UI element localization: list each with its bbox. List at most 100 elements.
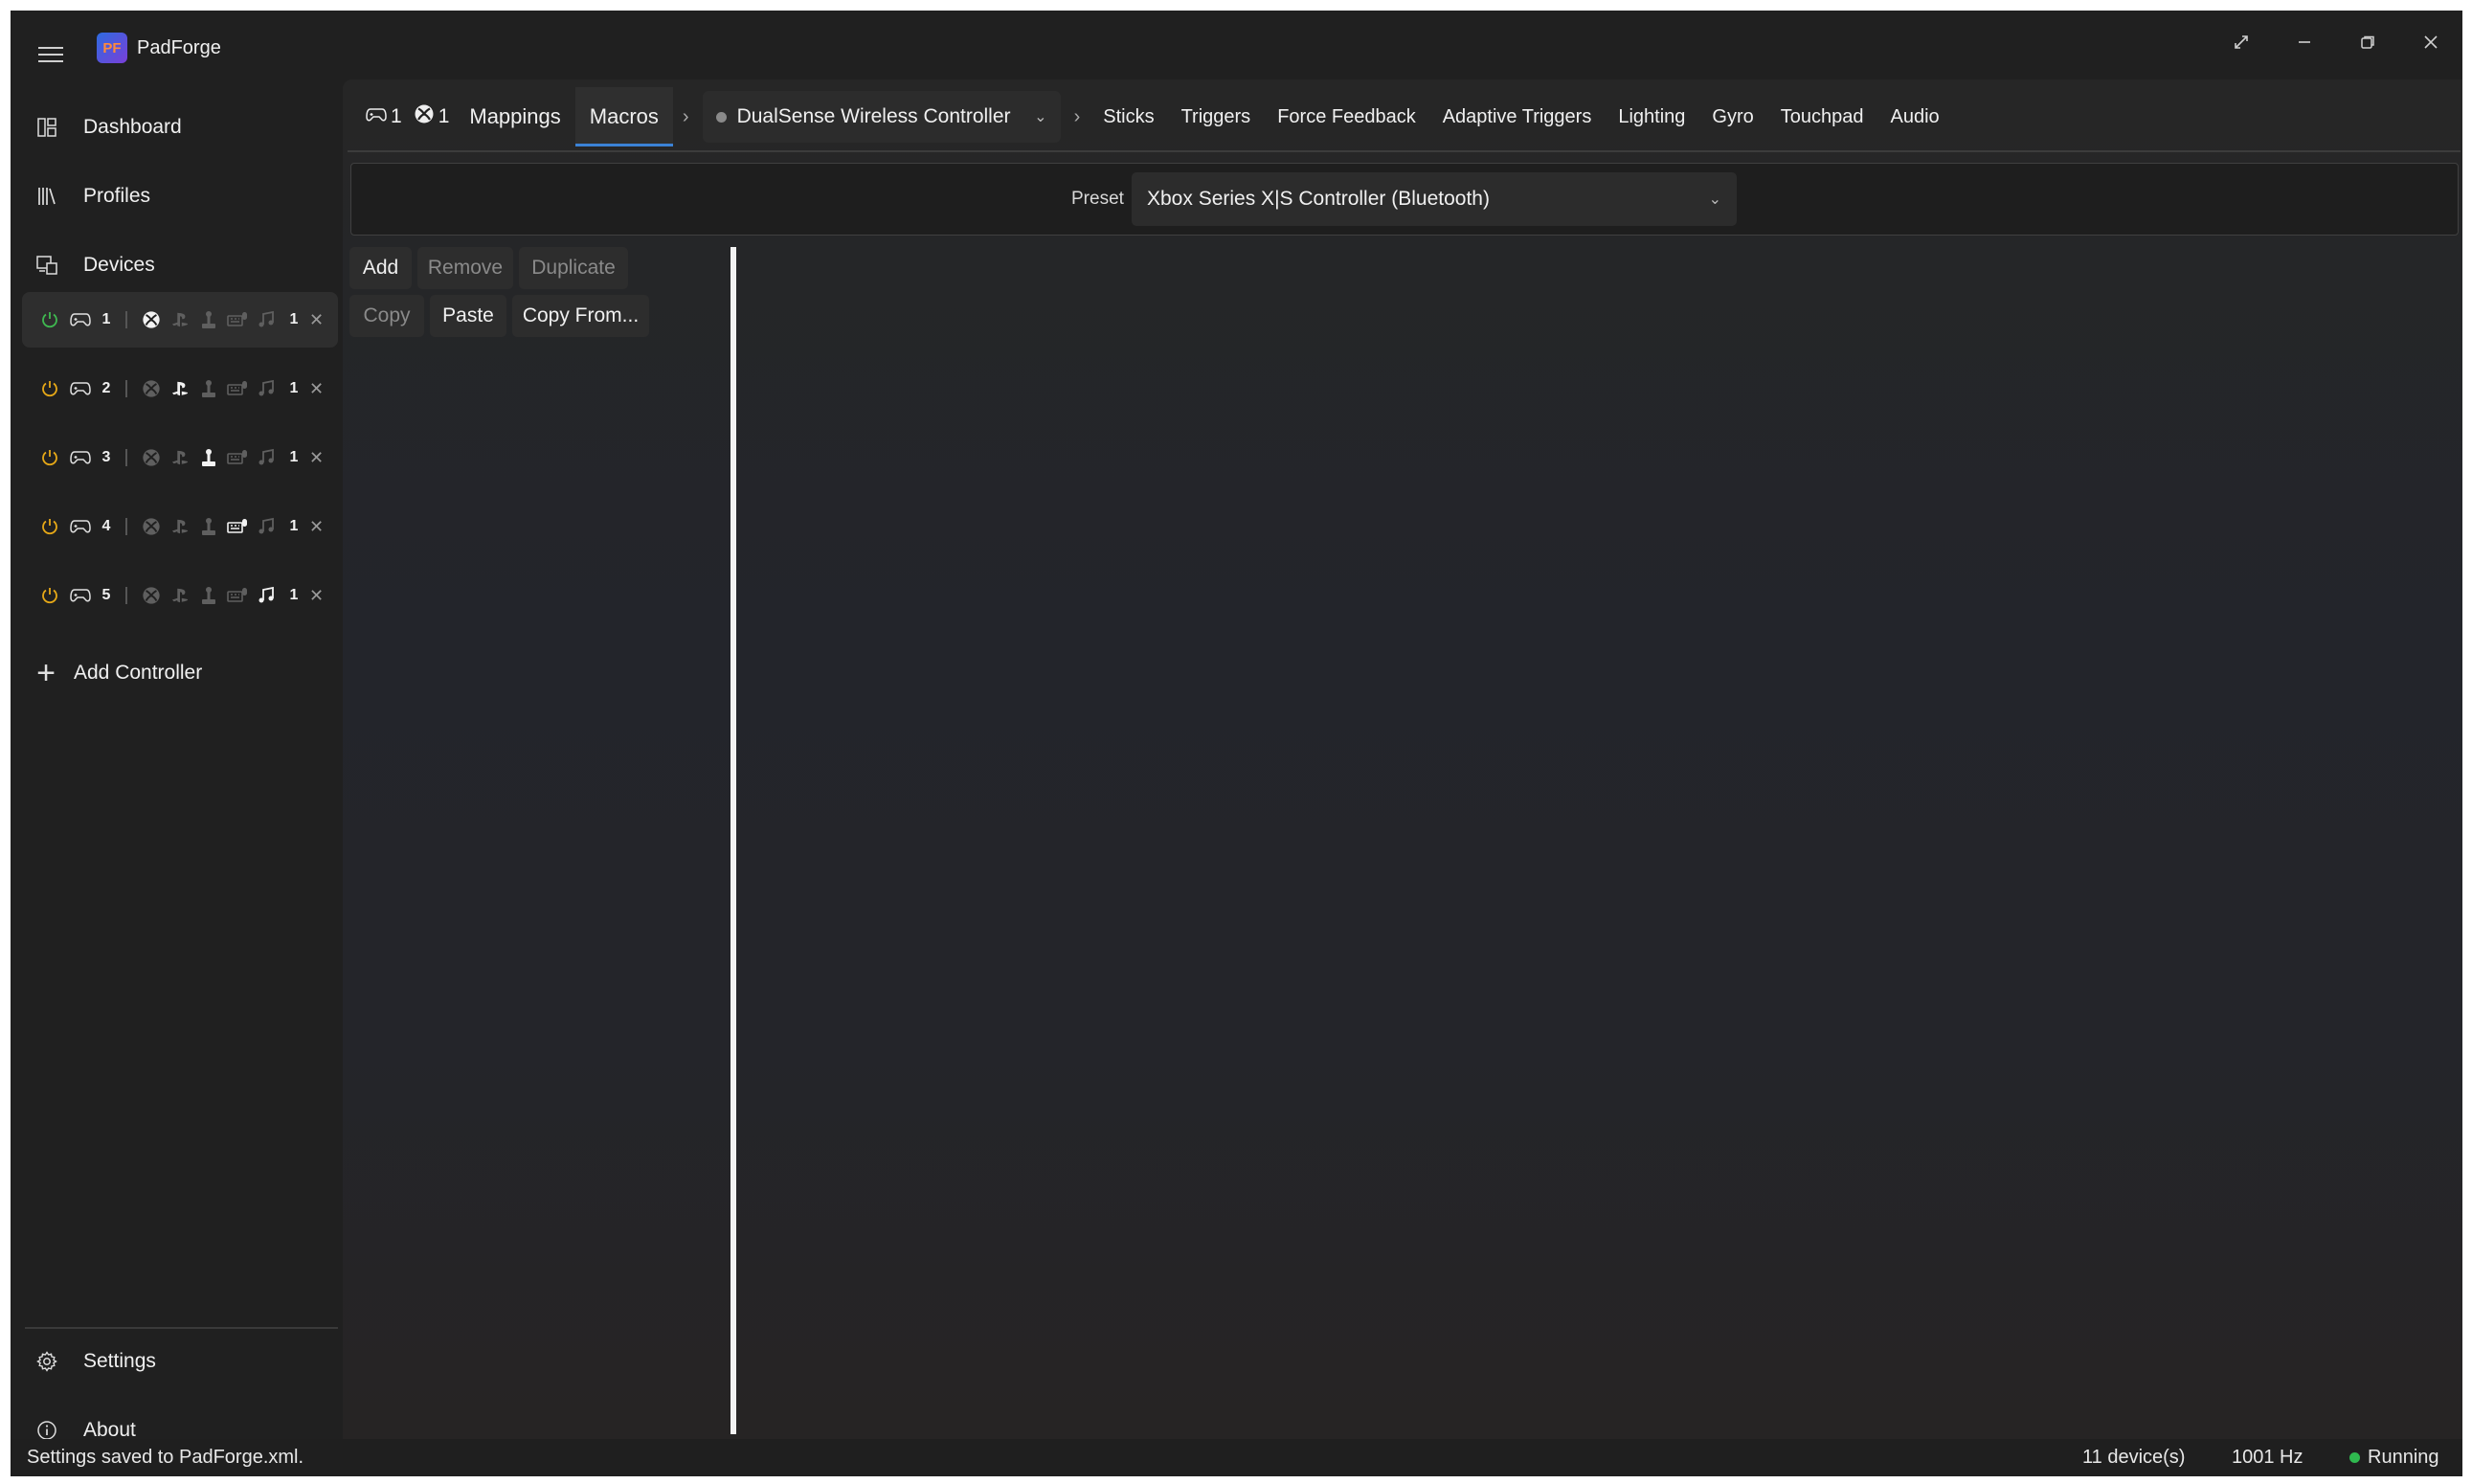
tab-touchpad[interactable]: Touchpad [1767, 106, 1877, 128]
title-bar: PF PadForge [11, 11, 2462, 79]
controller-slot[interactable]: 2 1 ✕ [22, 361, 338, 416]
panel-splitter[interactable] [730, 247, 736, 1434]
keyboard-mouse-type-icon[interactable] [223, 447, 252, 468]
slot-device-count: 1 [289, 518, 299, 534]
generic-controller-type-icon[interactable] [194, 585, 223, 606]
polling-rate: 1001 Hz [2232, 1447, 2303, 1468]
keyboard-mouse-type-icon[interactable] [223, 309, 252, 330]
device-count: 11 device(s) [2082, 1447, 2186, 1468]
tab-force-feedback[interactable]: Force Feedback [1264, 106, 1429, 128]
paste-macro-button[interactable]: Paste [430, 295, 506, 337]
tab-lighting[interactable]: Lighting [1605, 106, 1698, 128]
keyboard-mouse-type-icon[interactable] [223, 516, 252, 537]
remove-slot-icon[interactable]: ✕ [309, 586, 324, 606]
slot-summary-badge: 1 1 [366, 103, 449, 130]
preset-dropdown[interactable]: Xbox Series X|S Controller (Bluetooth) ⌄ [1132, 172, 1737, 226]
xbox-icon [414, 103, 435, 130]
nav-dashboard[interactable]: Dashboard [22, 96, 338, 159]
power-icon[interactable] [39, 309, 60, 330]
gamepad-icon [70, 381, 91, 396]
nav-profiles[interactable]: Profiles [22, 165, 338, 228]
main-content: 1 1 Mappings Macros › DualSense Wireless… [343, 79, 2462, 1439]
nav-settings[interactable]: Settings [22, 1330, 338, 1393]
midi-type-icon[interactable] [252, 378, 281, 399]
tab-macros[interactable]: Macros [574, 87, 674, 146]
controller-slot[interactable]: 5 1 ✕ [22, 568, 338, 623]
restore-icon[interactable] [2336, 18, 2399, 66]
power-icon[interactable] [39, 378, 60, 399]
slot-separator [125, 311, 127, 328]
gamepad-icon [366, 105, 387, 128]
xbox-count: 1 [438, 105, 450, 127]
keyboard-mouse-type-icon[interactable] [223, 378, 252, 399]
controller-slot[interactable]: 3 1 ✕ [22, 430, 338, 485]
add-controller-label: Add Controller [74, 662, 203, 684]
generic-controller-type-icon[interactable] [194, 516, 223, 537]
xbox-type-icon[interactable] [137, 447, 166, 468]
app-title: PadForge [137, 37, 221, 58]
sidebar: Dashboard Profiles Devices 1 1 ✕ 2 1 ✕ 3 1 ✕ 4 1 ✕ 5… [11, 79, 343, 1441]
slot-device-count: 1 [289, 380, 299, 396]
nav-profiles-label: Profiles [83, 185, 151, 207]
device-status-dot [715, 111, 727, 123]
power-icon[interactable] [39, 516, 60, 537]
playstation-type-icon[interactable] [166, 516, 194, 537]
midi-type-icon[interactable] [252, 309, 281, 330]
playstation-type-icon[interactable] [166, 378, 194, 399]
xbox-type-icon[interactable] [137, 585, 166, 606]
slot-number: 5 [101, 587, 111, 603]
power-icon[interactable] [39, 585, 60, 606]
app-window: PF PadForge Dashboard Profiles Devices 1… [11, 11, 2462, 1476]
controller-slot[interactable]: 4 1 ✕ [22, 499, 338, 554]
remove-slot-icon[interactable]: ✕ [309, 310, 324, 330]
nav-devices[interactable]: Devices [22, 234, 338, 297]
engine-status: Running [2349, 1439, 2439, 1476]
hamburger-menu-icon[interactable] [24, 28, 78, 81]
slot-number: 1 [101, 311, 111, 327]
tab-mappings[interactable]: Mappings [455, 87, 574, 146]
xbox-type-icon[interactable] [137, 309, 166, 330]
dashboard-icon [22, 116, 72, 139]
library-icon [22, 185, 72, 208]
remove-slot-icon[interactable]: ✕ [309, 379, 324, 399]
sidebar-divider [25, 1327, 338, 1329]
playstation-type-icon[interactable] [166, 447, 194, 468]
remove-slot-icon[interactable]: ✕ [309, 517, 324, 537]
duplicate-macro-button[interactable]: Duplicate [519, 247, 628, 289]
slot-separator [125, 587, 127, 604]
gamepad-icon [70, 312, 91, 327]
keyboard-mouse-type-icon[interactable] [223, 585, 252, 606]
add-macro-button[interactable]: Add [349, 247, 412, 289]
tab-adaptive-triggers[interactable]: Adaptive Triggers [1429, 106, 1606, 128]
nav-dashboard-label: Dashboard [83, 116, 182, 138]
close-icon[interactable] [2399, 18, 2462, 66]
xbox-type-icon[interactable] [137, 516, 166, 537]
remove-slot-icon[interactable]: ✕ [309, 448, 324, 468]
copy-from-button[interactable]: Copy From... [512, 295, 649, 337]
preset-panel: Preset Xbox Series X|S Controller (Bluet… [350, 163, 2459, 236]
xbox-type-icon[interactable] [137, 378, 166, 399]
generic-controller-type-icon[interactable] [194, 447, 223, 468]
playstation-type-icon[interactable] [166, 585, 194, 606]
add-controller-button[interactable]: + Add Controller [30, 652, 202, 694]
remove-macro-button[interactable]: Remove [417, 247, 513, 289]
controller-slot[interactable]: 1 1 ✕ [22, 292, 338, 348]
generic-controller-type-icon[interactable] [194, 378, 223, 399]
playstation-type-icon[interactable] [166, 309, 194, 330]
chevron-down-icon: ⌄ [1708, 191, 1721, 208]
tab-gyro[interactable]: Gyro [1698, 106, 1766, 128]
expand-icon[interactable] [2210, 18, 2273, 66]
tab-triggers[interactable]: Triggers [1168, 106, 1265, 128]
tab-audio[interactable]: Audio [1877, 106, 1953, 128]
midi-type-icon[interactable] [252, 585, 281, 606]
tab-sticks[interactable]: Sticks [1090, 106, 1167, 128]
slot-separator [125, 380, 127, 397]
power-icon[interactable] [39, 447, 60, 468]
midi-type-icon[interactable] [252, 447, 281, 468]
generic-controller-type-icon[interactable] [194, 309, 223, 330]
device-selector[interactable]: DualSense Wireless Controller ⌄ [702, 91, 1061, 143]
copy-macro-button[interactable]: Copy [349, 295, 424, 337]
midi-type-icon[interactable] [252, 516, 281, 537]
minimize-icon[interactable] [2273, 18, 2336, 66]
gear-icon [22, 1350, 72, 1373]
